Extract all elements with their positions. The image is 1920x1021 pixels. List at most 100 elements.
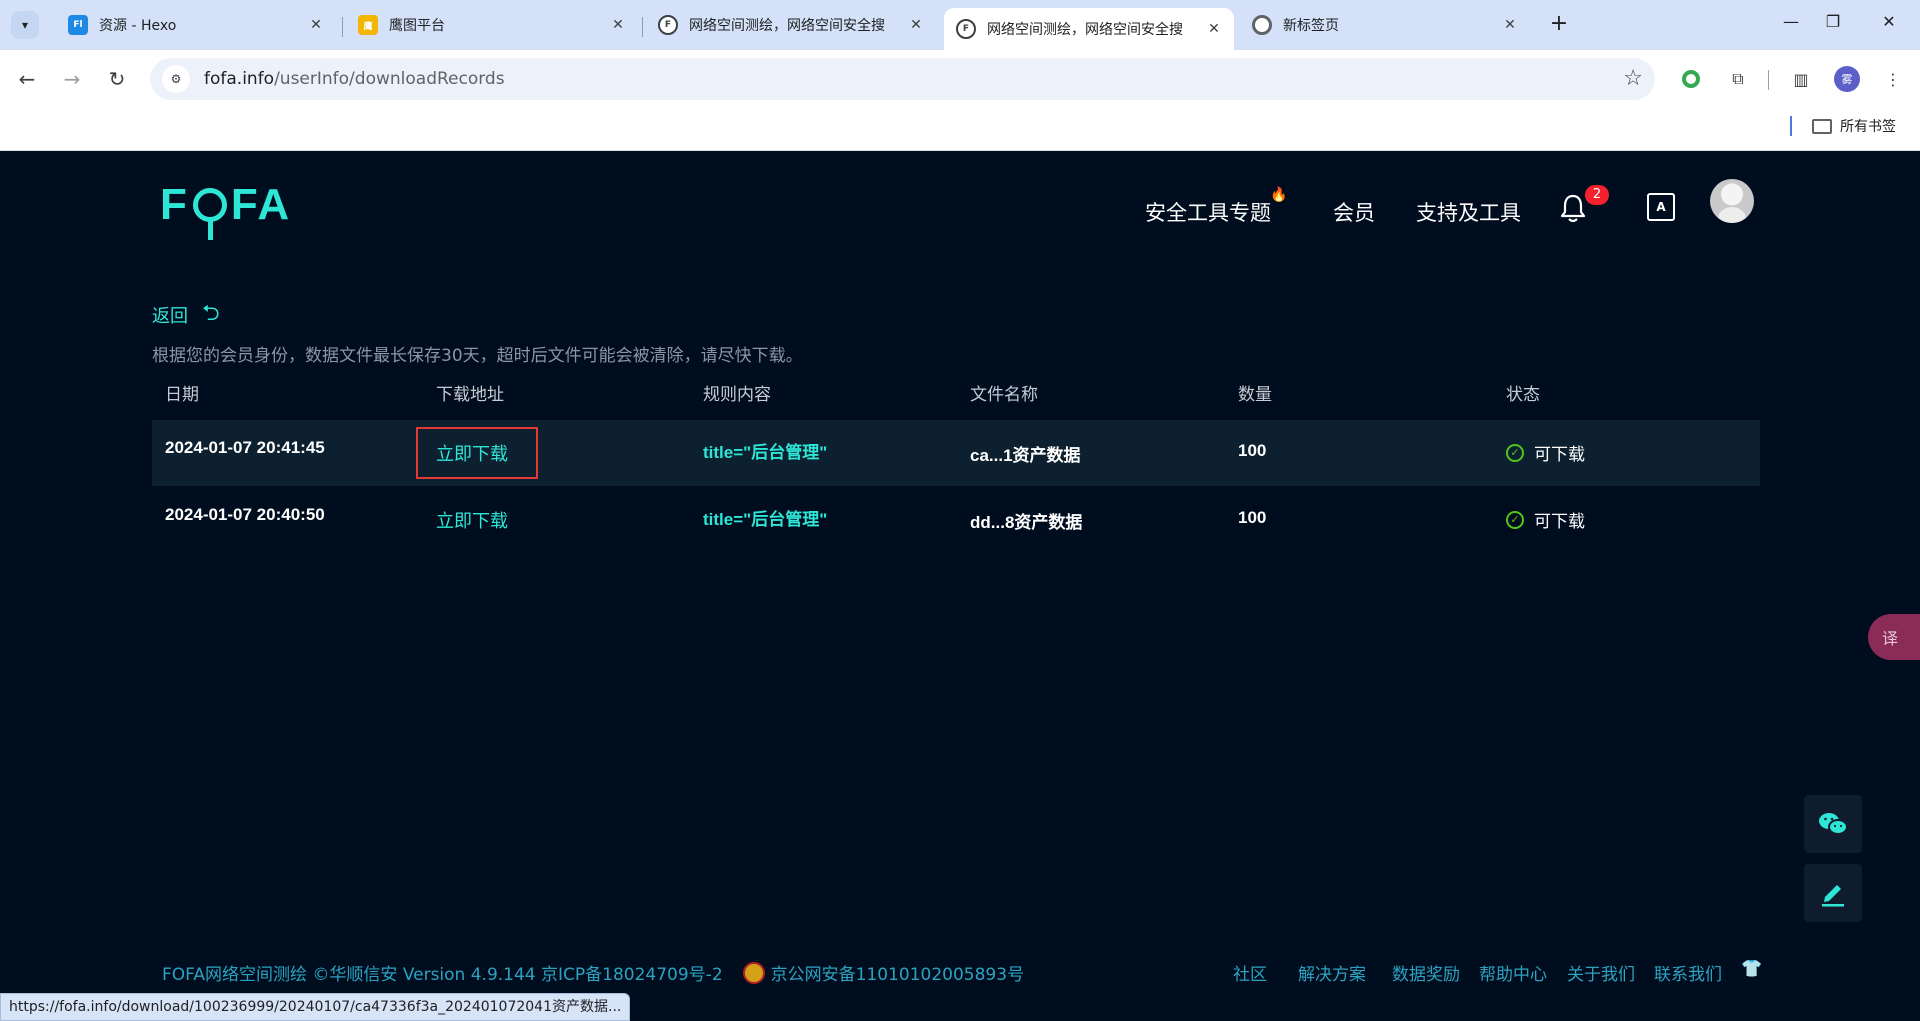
back-label: 返回 [152,306,188,327]
row-date: 2024-01-07 20:40:50 [165,505,325,524]
site-info-icon[interactable]: ⚙ [162,65,190,93]
row-count: 100 [1238,441,1267,460]
column-header-rule: 规则内容 [703,385,771,405]
feedback-edit-icon[interactable] [1804,864,1862,922]
wechat-icon[interactable] [1804,795,1862,853]
browser-tab[interactable]: 鹰 鹰图平台 ✕ [346,8,638,42]
browser-tab[interactable]: F 网络空间测绘，网络空间安全搜 ✕ [646,8,936,42]
close-icon[interactable]: ✕ [306,17,326,33]
pencil-glyph [1822,885,1844,907]
language-translate-icon[interactable]: A [1647,193,1675,221]
tab-title: 新标签页 [1283,18,1339,34]
forward-arrow-icon[interactable]: → [57,64,87,94]
user-avatar[interactable] [1710,179,1754,223]
url-host: fofa.info [204,69,275,89]
row-rule: title="后台管理" [703,443,828,462]
address-bar[interactable]: ⚙ fofa.info/userInfo/downloadRecords ☆ [150,58,1655,100]
row-rule: title="后台管理" [703,510,828,529]
fofa-logo[interactable]: F FA [160,179,292,240]
back-link[interactable]: 返回 ⮌ [152,296,220,334]
fire-icon: 🔥 [1270,187,1288,203]
minimize-icon[interactable]: — [1776,12,1806,31]
tab-title: 资源 - Hexo [99,18,177,34]
footer-link-data-rewards[interactable]: 数据奖励 [1392,960,1460,985]
row-file-name: dd...8资产数据 [970,513,1083,532]
row-file-name: ca...1资产数据 [970,446,1081,465]
highlight-box [416,427,538,479]
link-status-bar: https://fofa.info/download/100236999/202… [0,993,631,1021]
all-bookmarks-folder[interactable]: 所有书签 [1812,116,1896,136]
close-icon[interactable]: ✕ [906,17,926,33]
folder-icon [1812,118,1832,134]
column-header-file-name: 文件名称 [970,385,1038,405]
check-circle-icon: ✓ [1506,510,1524,529]
new-tab-button[interactable]: + [1545,11,1573,39]
status-label: 可下载 [1534,512,1585,532]
back-arrow-icon[interactable]: ← [12,64,42,94]
nav-membership[interactable]: 会员 [1333,197,1375,227]
footer-link-help-center[interactable]: 帮助中心 [1479,960,1547,985]
row-status: ✓ 可下载 [1506,507,1585,532]
row-status: ✓ 可下载 [1506,440,1585,465]
footer-copyright: FOFA网络空间测绘 ©华顺信安 Version 4.9.144 京ICP备18… [162,960,1024,985]
logo-magnifier-icon [192,188,227,240]
page-content: F FA 安全工具专题 🔥 会员 支持及工具 2 A 返回 ⮌ 根据您的会员身份，… [0,151,1920,1021]
chrome-icon [1252,15,1272,35]
fofa-icon: F [658,15,678,35]
return-arrow-icon: ⮌ [202,301,220,326]
logo-letter-f: F [160,180,189,229]
column-header-download-url: 下载地址 [436,385,504,405]
row-date: 2024-01-07 20:41:45 [165,438,325,457]
more-menu-icon[interactable]: ⋮ [1880,66,1906,92]
url-text[interactable]: fofa.info/userInfo/downloadRecords [204,69,505,89]
tab-search-button[interactable]: ▾ [11,11,39,39]
footer-link-about-us[interactable]: 关于我们 [1567,960,1635,985]
toolbar-divider [1768,70,1769,90]
bookmarks-bar: 所有书签 [0,108,1920,151]
tab-title: 网络空间测绘，网络空间安全搜 [987,22,1183,38]
notification-badge: 2 [1585,185,1609,205]
page-translate-icon[interactable]: 译 [1868,614,1920,660]
tab-title: 网络空间测绘，网络空间安全搜 [689,18,885,34]
tab-divider [342,17,343,37]
download-now-link[interactable]: 立即下载 [436,507,508,533]
table-row: 2024-01-07 20:41:45 立即下载 title="后台管理" ca… [152,420,1760,486]
reload-icon[interactable]: ↻ [102,64,132,94]
browser-tab-bar: ▾ Fl 资源 - Hexo ✕ 鹰 鹰图平台 ✕ F 网络空间测绘，网络空间安… [0,0,1920,50]
close-icon[interactable]: ✕ [1204,21,1224,37]
browser-toolbar: ← → ↻ ⚙ fofa.info/userInfo/downloadRecor… [0,50,1920,108]
status-label: 可下载 [1534,445,1585,465]
footer-link-solutions[interactable]: 解决方案 [1298,960,1366,985]
browser-tab[interactable]: Fl 资源 - Hexo ✕ [56,8,336,42]
close-window-icon[interactable]: ✕ [1874,12,1904,31]
close-icon[interactable]: ✕ [1500,17,1520,33]
profile-initial: 雾 [1841,73,1853,86]
bookmark-star-icon[interactable]: ☆ [1623,66,1643,91]
copyright-text: FOFA网络空间测绘 ©华顺信安 Version 4.9.144 京ICP备18… [162,965,723,985]
close-icon[interactable]: ✕ [608,17,628,33]
nav-security-tools[interactable]: 安全工具专题 [1145,197,1271,227]
restore-icon[interactable]: ❐ [1818,12,1848,31]
row-count: 100 [1238,508,1267,527]
tshirt-icon[interactable]: 👕 [1741,959,1762,979]
footer-link-contact-us[interactable]: 联系我们 [1654,960,1722,985]
extension-green-icon[interactable] [1678,66,1704,92]
bookmarks-divider [1790,116,1792,136]
footer-link-community[interactable]: 社区 [1233,960,1267,985]
logo-letters-fa: FA [230,180,292,229]
bell-icon[interactable] [1560,193,1586,223]
column-header-date: 日期 [165,385,199,405]
retention-notice: 根据您的会员身份，数据文件最长保存30天，超时后文件可能会被清除，请尽快下载。 [152,346,803,366]
extensions-puzzle-icon[interactable]: ⧉ [1725,66,1751,92]
police-record-link[interactable]: 京公网安备11010102005893号 [771,960,1024,985]
profile-avatar[interactable]: 雾 [1834,66,1860,92]
translate-icon-letter: A [1656,200,1666,214]
tab-title: 鹰图平台 [389,18,445,34]
fluid-icon: Fl [68,15,88,35]
browser-tab-active[interactable]: F 网络空间测绘，网络空间安全搜 ✕ [944,8,1234,50]
side-panel-icon[interactable]: ▥ [1788,66,1814,92]
url-path: /userInfo/downloadRecords [274,69,505,89]
column-header-status: 状态 [1506,385,1540,405]
nav-support-tools[interactable]: 支持及工具 [1416,197,1521,227]
browser-tab[interactable]: 新标签页 ✕ [1240,8,1530,42]
